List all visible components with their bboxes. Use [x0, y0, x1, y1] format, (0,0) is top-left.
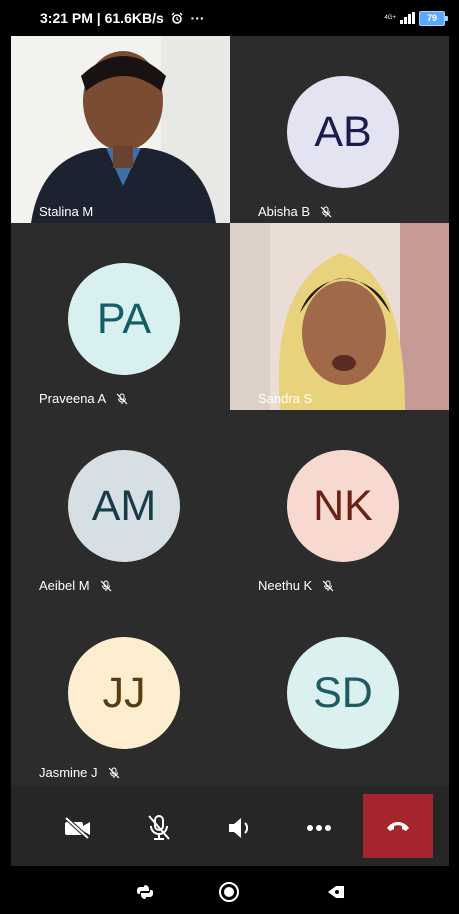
participant-name: Neethu K: [258, 578, 313, 593]
participant-tile-jasmine[interactable]: JJ Jasmine J: [11, 597, 230, 784]
back-icon: [328, 886, 344, 898]
participant-nameplate: Praveena A: [39, 391, 128, 406]
participant-name: Aeibel M: [39, 578, 90, 593]
participant-tile-praveena[interactable]: PA Praveena A: [11, 223, 230, 410]
camera-off-icon: [64, 816, 90, 840]
recents-button[interactable]: [131, 878, 159, 906]
participant-video-stalina: [11, 36, 230, 223]
avatar: AB: [287, 76, 399, 188]
avatar: PA: [68, 263, 180, 375]
participant-video-sandra: [230, 223, 449, 410]
participant-name: Abisha B: [258, 204, 311, 219]
status-more-dots: ···: [190, 10, 205, 26]
avatar: JJ: [68, 637, 180, 749]
more-options-icon: [307, 825, 331, 831]
mic-off-icon: [148, 815, 170, 840]
participant-nameplate: Aeibel M: [39, 578, 112, 593]
avatar-initials: PA: [96, 294, 152, 343]
speaker-button[interactable]: [220, 808, 260, 848]
participant-nameplate: Jasmine J: [39, 765, 120, 780]
participant-name: Jasmine J: [39, 765, 98, 780]
recents-icon: [137, 885, 153, 899]
participant-name: Praveena A: [39, 391, 107, 406]
call-control-bar: [11, 786, 449, 866]
status-bar: 3:21 PM | 61.6KB/s ··· 4G+ 79: [0, 0, 459, 36]
mic-off-icon: [100, 580, 112, 591]
speaker-icon: [229, 818, 249, 838]
signal-icon: [400, 12, 415, 24]
camera-toggle-button[interactable]: [58, 808, 98, 848]
participant-tile-neethu[interactable]: NK Neethu K: [230, 410, 449, 597]
participant-name: Sandra S: [258, 391, 313, 406]
mic-off-icon: [116, 393, 128, 404]
mic-off-icon: [322, 580, 334, 591]
participant-tile-sandra[interactable]: Sandra S: [230, 223, 449, 410]
participant-nameplate: Stalina M: [39, 204, 93, 219]
avatar: AM: [68, 450, 180, 562]
back-button[interactable]: [322, 878, 350, 906]
avatar: NK: [287, 450, 399, 562]
participant-nameplate: Sandra S: [258, 391, 312, 406]
avatar-initials: AM: [91, 481, 157, 530]
participant-grid: Stalina M AB Abisha B PA Praveena A Sand…: [11, 36, 449, 786]
status-time: 3:21 PM | 61.6KB/s: [40, 10, 164, 26]
avatar-initials: JJ: [102, 668, 146, 717]
end-call-icon: [387, 822, 409, 831]
network-type-label: 4G+: [384, 15, 396, 21]
avatar-initials: NK: [313, 481, 373, 530]
avatar-initials: AB: [314, 107, 372, 156]
battery-icon: 79: [419, 10, 448, 26]
mic-off-icon: [108, 767, 119, 778]
mic-off-icon: [320, 206, 332, 217]
home-icon: [219, 882, 239, 902]
participant-tile-stalina[interactable]: Stalina M: [11, 36, 230, 223]
system-nav-bar: [0, 866, 459, 914]
participant-nameplate: Neethu K: [258, 578, 334, 593]
more-options-button[interactable]: [299, 808, 339, 848]
status-time-speed: 3:21 PM | 61.6KB/s ···: [40, 10, 205, 26]
avatar-initials: SD: [313, 668, 373, 717]
participant-tile-aeibel[interactable]: AM Aeibel M: [11, 410, 230, 597]
alarm-icon: [168, 10, 187, 26]
home-button[interactable]: [215, 878, 243, 906]
participant-name: Stalina M: [39, 204, 94, 219]
avatar: SD: [287, 637, 399, 749]
participant-nameplate: Abisha B: [258, 204, 332, 219]
participant-tile-abisha[interactable]: AB Abisha B: [230, 36, 449, 223]
participant-tile-sd[interactable]: SD: [230, 597, 449, 784]
mic-toggle-button[interactable]: [139, 808, 179, 848]
status-right-icons: 4G+ 79: [384, 10, 448, 26]
end-call-button[interactable]: [363, 794, 433, 858]
